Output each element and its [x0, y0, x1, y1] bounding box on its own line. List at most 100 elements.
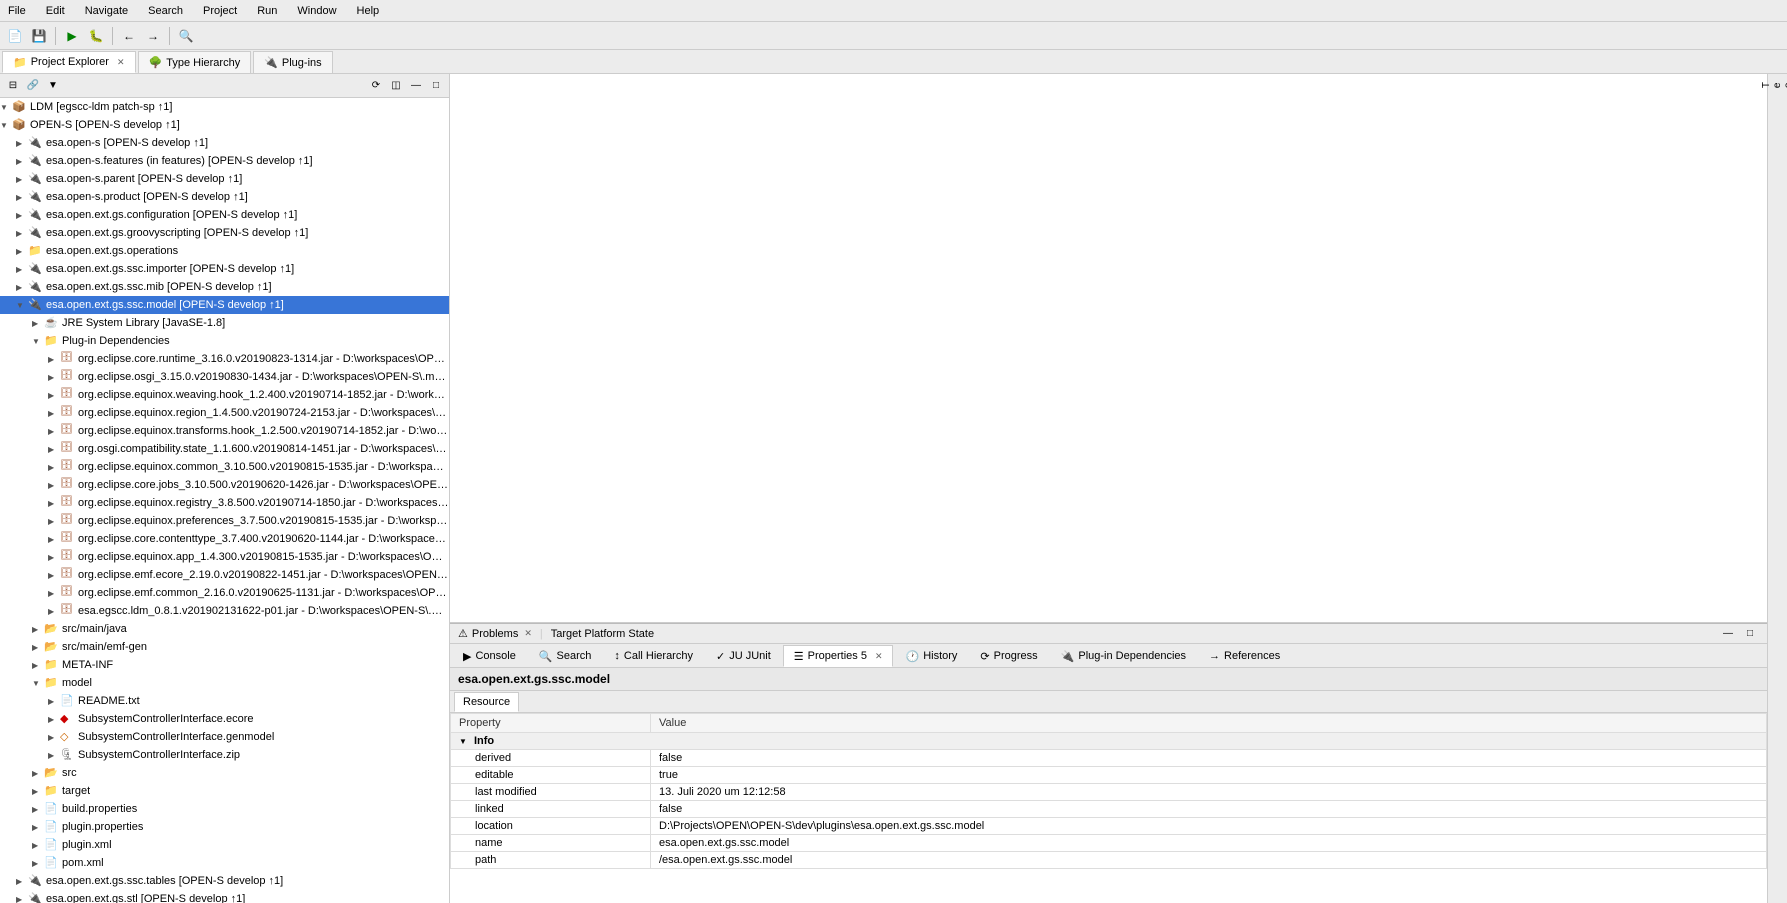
- menu-window[interactable]: Window: [293, 3, 340, 19]
- tree-item[interactable]: ▶🗄org.eclipse.core.jobs_3.10.500.v201906…: [0, 476, 449, 494]
- tree-item[interactable]: ▶🗄org.eclipse.equinox.preferences_3.7.50…: [0, 512, 449, 530]
- new-button[interactable]: 📄: [4, 25, 26, 47]
- tree-item[interactable]: ▶🔌esa.open.ext.gs.ssc.mib [OPEN-S develo…: [0, 278, 449, 296]
- tree-item[interactable]: ▶📂src/main/emf-gen: [0, 638, 449, 656]
- tree-item[interactable]: ▼🔌esa.open.ext.gs.ssc.model [OPEN-S deve…: [0, 296, 449, 314]
- tree-item[interactable]: ▶🔌esa.open.ext.gs.groovyscripting [OPEN-…: [0, 224, 449, 242]
- menu-help[interactable]: Help: [353, 3, 384, 19]
- problems-maximize[interactable]: □: [1741, 625, 1759, 643]
- bottom-tab-properties[interactable]: ☰ Properties 5 ✕: [783, 645, 894, 667]
- tree-item[interactable]: ▶🗄org.eclipse.emf.common_2.16.0.v2019062…: [0, 584, 449, 602]
- tree-item[interactable]: ▶🔌esa.open-s.product [OPEN-S develop ↑1]: [0, 188, 449, 206]
- bottom-tab-call-hierarchy[interactable]: ↕ Call Hierarchy: [603, 645, 704, 667]
- tree-item[interactable]: ▶🗜SubsystemControllerInterface.zip: [0, 746, 449, 764]
- back-button[interactable]: ←: [118, 25, 140, 47]
- run-button[interactable]: ▶: [61, 25, 83, 47]
- tree-item[interactable]: ▶🔌esa.open.ext.gs.configuration [OPEN-S …: [0, 206, 449, 224]
- tree-item[interactable]: ▶🗄org.eclipse.core.contenttype_3.7.400.v…: [0, 530, 449, 548]
- left-panel: ⊟ 🔗 ▼ ⟳ ◫ — □ ▼📦LDM [egscc-ldm patch-sp …: [0, 74, 450, 903]
- bottom-tab-plugin-deps[interactable]: 🔌 Plug-in Dependencies: [1050, 645, 1197, 667]
- bottom-tab-search[interactable]: 🔍 Search: [528, 645, 603, 667]
- tree-item[interactable]: ▶📂src: [0, 764, 449, 782]
- search-toolbar-button[interactable]: 🔍: [175, 25, 197, 47]
- problems-minimize[interactable]: —: [1719, 625, 1737, 643]
- tree-item[interactable]: ▶🗄org.eclipse.equinox.app_1.4.300.v20190…: [0, 548, 449, 566]
- tree-arrow: ▶: [16, 193, 28, 202]
- tree-icon-jar: 🗄: [60, 406, 76, 420]
- tree-item[interactable]: ▶🔌esa.open-s.parent [OPEN-S develop ↑1]: [0, 170, 449, 188]
- menu-file[interactable]: File: [4, 3, 30, 19]
- minimize-button[interactable]: —: [407, 77, 425, 95]
- tree-arrow: ▼: [32, 337, 44, 346]
- tree-item[interactable]: ▶📁META-INF: [0, 656, 449, 674]
- link-editor-button[interactable]: 🔗: [24, 77, 42, 95]
- properties-tab-close[interactable]: ✕: [875, 651, 883, 662]
- tree-item[interactable]: ▶📂src/main/java: [0, 620, 449, 638]
- tree-item[interactable]: ▶📄pom.xml: [0, 854, 449, 872]
- debug-button[interactable]: 🐛: [85, 25, 107, 47]
- prop-value: esa.open.ext.gs.ssc.model: [651, 835, 1767, 852]
- save-button[interactable]: 💾: [28, 25, 50, 47]
- tree-item[interactable]: ▶🗄org.eclipse.equinox.common_3.10.500.v2…: [0, 458, 449, 476]
- tree-icon-plugin: 🔌: [28, 280, 44, 294]
- tab-type-hierarchy[interactable]: 🌳 Type Hierarchy: [138, 51, 252, 73]
- tree-item[interactable]: ▶🔌esa.open-s [OPEN-S develop ↑1]: [0, 134, 449, 152]
- tree-item[interactable]: ▼📦OPEN-S [OPEN-S develop ↑1]: [0, 116, 449, 134]
- forward-button[interactable]: →: [142, 25, 164, 47]
- tree-arrow: ▶: [32, 787, 44, 796]
- tree-item[interactable]: ▼📁Plug-in Dependencies: [0, 332, 449, 350]
- tree-icon-plugin: 🔌: [28, 172, 44, 186]
- tree-item[interactable]: ▶📁target: [0, 782, 449, 800]
- tree-arrow: ▶: [16, 229, 28, 238]
- tree-item[interactable]: ▶🔌esa.open-s.features (in features) [OPE…: [0, 152, 449, 170]
- tree-arrow: ▶: [32, 841, 44, 850]
- tree-item[interactable]: ▶🗄org.eclipse.emf.ecore_2.19.0.v20190822…: [0, 566, 449, 584]
- tree-label: org.eclipse.core.runtime_3.16.0.v2019082…: [78, 353, 449, 365]
- tree-item[interactable]: ▶📄build.properties: [0, 800, 449, 818]
- table-row: name esa.open.ext.gs.ssc.model: [451, 835, 1767, 852]
- tree-item[interactable]: ▶🔌esa.open.ext.gs.stl [OPEN-S develop ↑1…: [0, 890, 449, 903]
- menu-project[interactable]: Project: [199, 3, 241, 19]
- collapse-button[interactable]: ◫: [387, 77, 405, 95]
- tree-item[interactable]: ▶🗄org.eclipse.core.runtime_3.16.0.v20190…: [0, 350, 449, 368]
- tree-item[interactable]: ▶📄README.txt: [0, 692, 449, 710]
- tree-item[interactable]: ▶🗄esa.egscc.ldm_0.8.1.v201902131622-p01.…: [0, 602, 449, 620]
- tree-item[interactable]: ▶🗄org.eclipse.equinox.weaving.hook_1.2.4…: [0, 386, 449, 404]
- tree-item[interactable]: ▶📁esa.open.ext.gs.operations: [0, 242, 449, 260]
- tree-item[interactable]: ▶🔌esa.open.ext.gs.ssc.tables [OPEN-S dev…: [0, 872, 449, 890]
- collapse-all-button[interactable]: ⊟: [4, 77, 22, 95]
- tree-item[interactable]: ▼📦LDM [egscc-ldm patch-sp ↑1]: [0, 98, 449, 116]
- tree-item[interactable]: ▶🗄org.eclipse.equinox.registry_3.8.500.v…: [0, 494, 449, 512]
- tree-item[interactable]: ▶🗄org.eclipse.osgi_3.15.0.v20190830-1434…: [0, 368, 449, 386]
- tree-item[interactable]: ▶🗄org.eclipse.equinox.region_1.4.500.v20…: [0, 404, 449, 422]
- tree-item[interactable]: ▶☕JRE System Library [JavaSE-1.8]: [0, 314, 449, 332]
- menu-navigate[interactable]: Navigate: [81, 3, 132, 19]
- bottom-tab-history[interactable]: 🕐 History: [894, 645, 968, 667]
- tree-arrow: ▶: [16, 895, 28, 903]
- tree-item[interactable]: ▼📁model: [0, 674, 449, 692]
- bottom-tab-bar: ▶ Console 🔍 Search ↕ Call Hierarchy ✓ JU…: [450, 644, 1767, 668]
- tree-icon-src-folder: 📂: [44, 622, 60, 636]
- tab-plugins[interactable]: 🔌 Plug-ins: [253, 51, 332, 73]
- tab-project-explorer-close[interactable]: ✕: [117, 57, 125, 68]
- bottom-tab-progress[interactable]: ⟳ Progress: [969, 645, 1048, 667]
- maximize-button[interactable]: □: [427, 77, 445, 95]
- explorer-tree[interactable]: ▼📦LDM [egscc-ldm patch-sp ↑1]▼📦OPEN-S [O…: [0, 98, 449, 903]
- bottom-tab-junit[interactable]: ✓ JU JUnit: [705, 645, 782, 667]
- tree-item[interactable]: ▶📄plugin.xml: [0, 836, 449, 854]
- tab-project-explorer[interactable]: 📁 Project Explorer ✕: [2, 51, 136, 73]
- tree-item[interactable]: ▶🗄org.osgi.compatibility.state_1.1.600.v…: [0, 440, 449, 458]
- tree-item[interactable]: ▶📄plugin.properties: [0, 818, 449, 836]
- prop-tab-resource[interactable]: Resource: [454, 692, 519, 712]
- menu-edit[interactable]: Edit: [42, 3, 69, 19]
- tree-item[interactable]: ▶🔌esa.open.ext.gs.ssc.importer [OPEN-S d…: [0, 260, 449, 278]
- bottom-tab-console[interactable]: ▶ Console: [452, 645, 527, 667]
- menu-search[interactable]: Search: [144, 3, 187, 19]
- tree-item[interactable]: ▶🗄org.eclipse.equinox.transforms.hook_1.…: [0, 422, 449, 440]
- menu-run[interactable]: Run: [253, 3, 281, 19]
- tree-item[interactable]: ▶◇SubsystemControllerInterface.genmodel: [0, 728, 449, 746]
- sync-button[interactable]: ⟳: [367, 77, 385, 95]
- filter-button[interactable]: ▼: [44, 77, 62, 95]
- bottom-tab-references[interactable]: → References: [1198, 645, 1291, 667]
- tree-item[interactable]: ▶◆SubsystemControllerInterface.ecore: [0, 710, 449, 728]
